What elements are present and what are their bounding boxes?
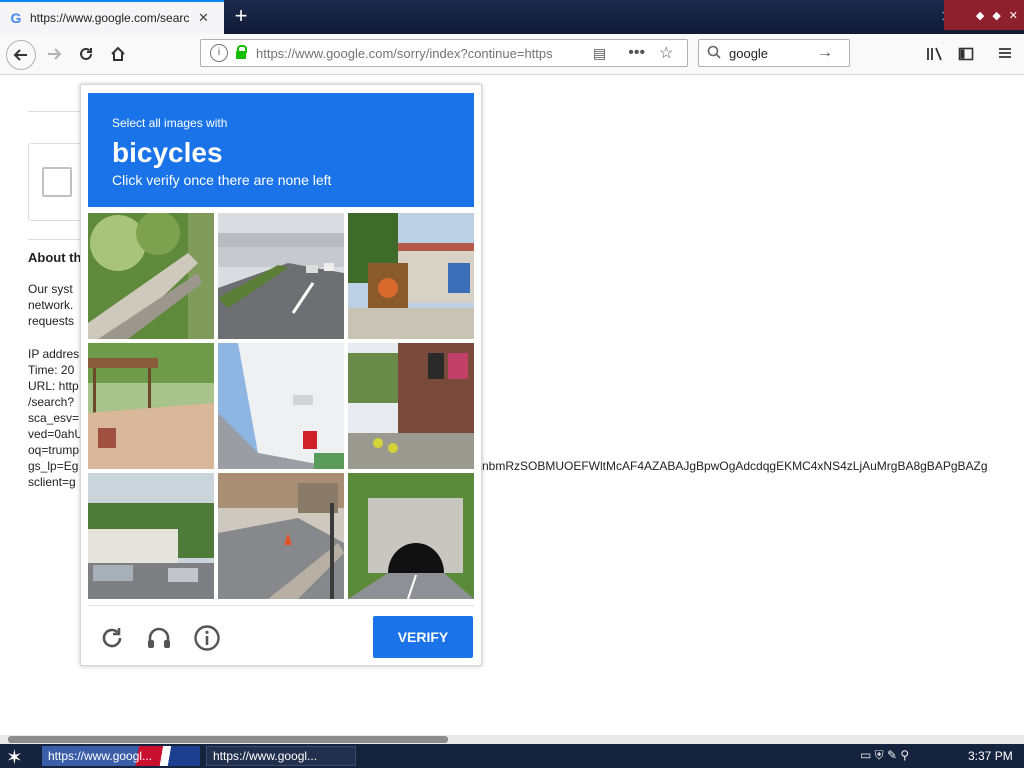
captcha-target: bicycles	[112, 137, 223, 168]
tile-fence-bushes[interactable]	[88, 213, 214, 339]
text-line: Our syst	[28, 282, 73, 296]
browser-tab[interactable]: G https://www.google.com/search? ✕	[0, 0, 224, 34]
about-heading: About th	[28, 250, 80, 265]
search-bar[interactable]: google →	[698, 39, 850, 67]
taskbar-item-browser-2[interactable]: https://www.googl...	[206, 746, 356, 766]
back-arrow-icon	[13, 49, 27, 61]
minimize-icon[interactable]: ◆	[976, 9, 984, 22]
tile-street-shop[interactable]	[348, 213, 474, 339]
intro-text: Our syst network. requests	[28, 281, 80, 329]
horizontal-scrollbar[interactable]	[0, 735, 1024, 744]
url-bar[interactable]: i https://www.google.com/sorry/index?con…	[200, 39, 688, 67]
text-line: ved=0ahU	[28, 427, 80, 441]
close-window-icon[interactable]: ✕	[1009, 9, 1018, 22]
info-icon[interactable]: i	[210, 44, 228, 62]
tile-bus-shelter[interactable]	[88, 343, 214, 469]
captcha-challenge: Select all images with bicycles Click ve…	[80, 84, 482, 666]
back-button[interactable]	[6, 40, 36, 70]
query-string-text: nbmRzSOBMUOEFWltMcAF4AZABAJgBpwOgAdcdqgE…	[482, 459, 988, 473]
forward-button[interactable]	[40, 40, 68, 68]
system-tray-icons[interactable]: ▭ ⛨ ✎ ⚲	[860, 748, 909, 763]
reload-icon	[80, 47, 92, 60]
window-controls: ◆ ◆ ✕	[944, 0, 1024, 30]
text-line: sca_esv=	[28, 411, 80, 425]
tab-title: https://www.google.com/search?	[30, 11, 190, 25]
clock: 3:37 PM	[968, 749, 1013, 763]
forward-arrow-icon	[48, 48, 62, 60]
tile-storefront[interactable]	[348, 343, 474, 469]
tile-city-street[interactable]	[218, 473, 344, 599]
menu-hamburger-icon[interactable]	[998, 46, 1012, 65]
taskbar-item-label: https://www.googl...	[48, 749, 153, 763]
library-icon[interactable]	[926, 46, 944, 67]
captcha-subtext: Click verify once there are none left	[112, 172, 332, 188]
url-text[interactable]: https://www.google.com/sorry/index?conti…	[256, 46, 561, 61]
search-icon	[707, 45, 721, 62]
start-star-icon[interactable]: ✶	[6, 745, 23, 770]
verify-button[interactable]: VERIFY	[373, 616, 473, 658]
text-line: oq=trump	[28, 443, 80, 457]
lock-icon[interactable]	[236, 45, 247, 59]
details-text: IP addres Time: 20 URL: http /search? sc…	[28, 346, 80, 490]
navigation-bar: i https://www.google.com/sorry/index?con…	[0, 34, 1024, 75]
scrollbar-thumb[interactable]	[8, 736, 448, 743]
text-line: network.	[28, 298, 74, 312]
recaptcha-checkbox[interactable]	[42, 167, 72, 197]
captcha-instruction: Select all images with	[112, 116, 228, 130]
search-go-arrow-icon[interactable]: →	[817, 44, 833, 62]
maximize-icon[interactable]: ◆	[992, 9, 1000, 22]
captcha-image-grid	[88, 213, 474, 599]
home-button[interactable]	[104, 40, 132, 68]
tile-highway[interactable]	[218, 213, 344, 339]
tab-strip: G https://www.google.com/search? ✕ + ✶ ◆…	[0, 0, 1024, 34]
search-input[interactable]: google	[729, 46, 817, 61]
home-icon	[111, 46, 125, 61]
page-actions-icon[interactable]: •••	[628, 44, 645, 62]
text-line: Time: 20	[28, 363, 75, 377]
taskbar-item-browser-1[interactable]: https://www.googl...	[42, 746, 200, 766]
taskbar: ✶ https://www.googl... https://www.googl…	[0, 744, 1024, 770]
divider	[28, 239, 88, 240]
text-line: IP addres	[28, 347, 80, 361]
text-line: gs_lp=Eg	[28, 459, 79, 473]
info-help-icon[interactable]	[193, 624, 221, 652]
divider	[28, 111, 88, 112]
tile-tunnel[interactable]	[348, 473, 474, 599]
text-line: /search?	[28, 395, 75, 409]
tile-truck-road[interactable]	[88, 473, 214, 599]
taskbar-item-label: https://www.googl...	[213, 749, 318, 763]
headphones-audio-icon[interactable]	[145, 624, 173, 652]
reload-challenge-icon[interactable]	[98, 624, 126, 652]
google-favicon-icon: G	[10, 10, 22, 26]
reader-view-icon[interactable]: ▤	[593, 45, 606, 62]
captcha-footer: VERIFY	[88, 605, 474, 666]
captcha-header: Select all images with bicycles Click ve…	[88, 93, 474, 207]
sidebar-icon[interactable]	[958, 46, 974, 67]
tab-close-icon[interactable]: ✕	[198, 10, 209, 26]
text-line: URL: http	[28, 379, 79, 393]
tile-white-building[interactable]	[218, 343, 344, 469]
text-line: sclient=g	[28, 475, 76, 489]
new-tab-button[interactable]: +	[230, 5, 252, 27]
reload-button[interactable]	[72, 40, 100, 68]
bookmark-star-icon[interactable]: ☆	[659, 43, 673, 63]
text-line: requests	[28, 314, 75, 328]
